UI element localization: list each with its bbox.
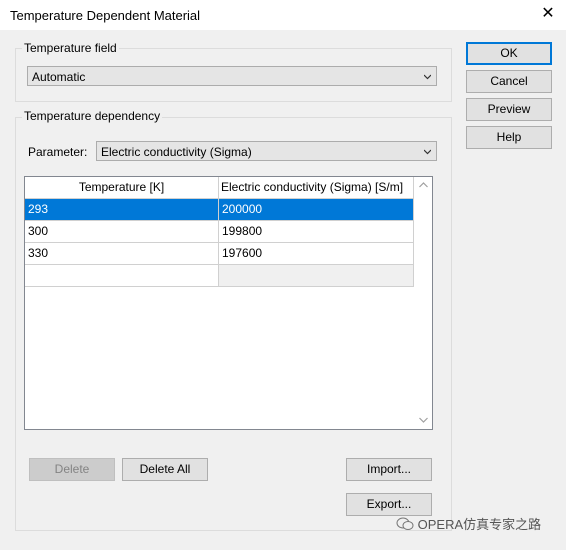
table-cell[interactable]: 200000 <box>219 199 414 221</box>
dialog-window: Temperature Dependent Material ✕ Tempera… <box>0 0 566 550</box>
delete-all-button[interactable]: Delete All <box>122 458 208 481</box>
parameter-combo[interactable]: Electric conductivity (Sigma) <box>96 141 437 161</box>
wechat-icon <box>396 517 414 530</box>
ok-button[interactable]: OK <box>466 42 552 65</box>
chevron-down-icon <box>424 149 431 155</box>
column-header-conductivity[interactable]: Electric conductivity (Sigma) [S/m] <box>219 177 414 199</box>
close-icon[interactable]: ✕ <box>536 3 560 25</box>
preview-button[interactable]: Preview <box>466 98 552 121</box>
cancel-button[interactable]: Cancel <box>466 70 552 93</box>
temperature-field-label: Temperature field <box>22 41 119 55</box>
watermark-text: OPERA仿真专家之路 <box>417 517 542 532</box>
table-cell[interactable]: 199800 <box>219 221 414 243</box>
column-header-temperature[interactable]: Temperature [K] <box>25 177 219 199</box>
data-table[interactable]: Temperature [K] Electric conductivity (S… <box>24 176 433 430</box>
import-button[interactable]: Import... <box>346 458 432 481</box>
temperature-dependency-label: Temperature dependency <box>22 109 163 123</box>
parameter-label: Parameter: <box>28 145 88 159</box>
chevron-down-icon <box>424 74 431 80</box>
help-button[interactable]: Help <box>466 126 552 149</box>
table-cell[interactable]: 330 <box>25 243 219 265</box>
table-cell-empty[interactable] <box>219 265 414 287</box>
export-button[interactable]: Export... <box>346 493 432 516</box>
delete-button[interactable]: Delete <box>29 458 115 481</box>
watermark: OPERA仿真专家之路 <box>396 514 541 533</box>
table-cell-empty[interactable] <box>25 265 219 287</box>
table-cell[interactable]: 197600 <box>219 243 414 265</box>
parameter-value: Electric conductivity (Sigma) <box>101 145 252 159</box>
scroll-down-icon[interactable] <box>419 417 428 423</box>
table-cell[interactable]: 293 <box>25 199 219 221</box>
temperature-field-combo[interactable]: Automatic <box>27 66 437 86</box>
title-bar: Temperature Dependent Material ✕ <box>0 0 566 30</box>
temperature-field-value: Automatic <box>32 70 86 84</box>
table-cell[interactable]: 300 <box>25 221 219 243</box>
window-title: Temperature Dependent Material <box>10 8 201 23</box>
vertical-scrollbar[interactable] <box>415 177 432 429</box>
scroll-up-icon[interactable] <box>419 182 428 188</box>
